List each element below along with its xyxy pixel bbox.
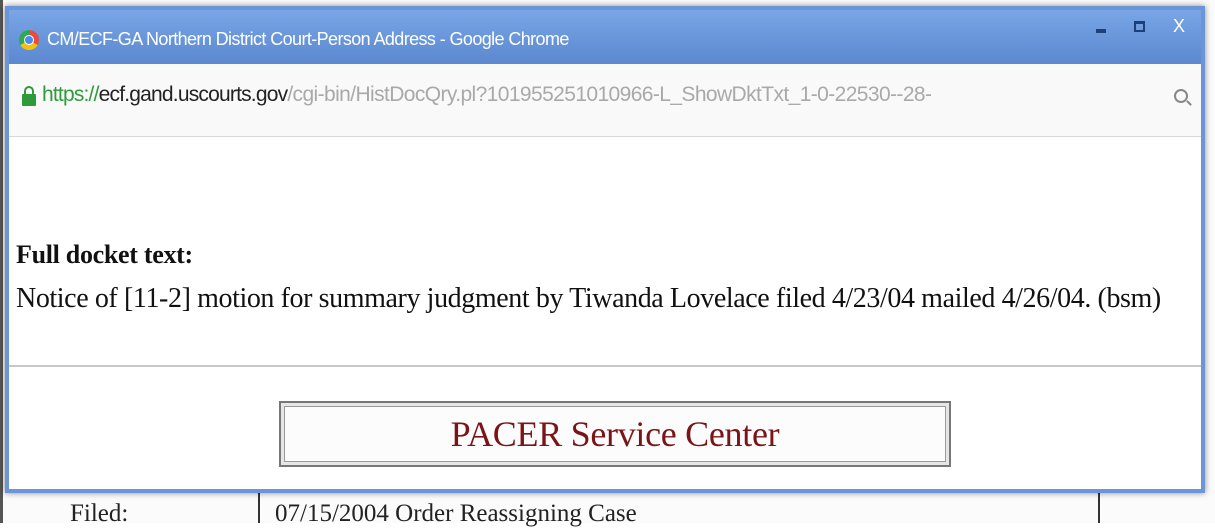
url-host: ecf.gand.uscourts.gov (98, 83, 288, 106)
background-filed-label: Filed: (70, 500, 129, 527)
title-bar[interactable]: CM/ECF-GA Northern District Court-Person… (9, 10, 1201, 64)
url-text[interactable]: https://ecf.gand.uscourts.gov/cgi-bin/Hi… (42, 83, 932, 107)
minimize-icon (1096, 29, 1106, 33)
lock-icon[interactable] (22, 86, 36, 106)
divider (9, 365, 1201, 367)
pacer-service-center-box: PACER Service Center (279, 401, 951, 467)
close-button[interactable]: X (1158, 10, 1200, 42)
window-title: CM/ECF-GA Northern District Court-Person… (47, 29, 569, 49)
maximize-icon (1133, 20, 1145, 32)
minimize-button[interactable] (1082, 10, 1120, 42)
docket-text: Notice of [11-2] motion for summary judg… (16, 283, 1161, 314)
zoom-icon[interactable] (1174, 89, 1188, 103)
background-filed-value: 07/15/2004 Order Reassigning Case (275, 500, 637, 527)
pacer-service-center-title: PACER Service Center (450, 414, 780, 454)
chrome-icon (19, 30, 39, 50)
background-table-divider (258, 490, 260, 523)
url-path: /cgi-bin/HistDocQry.pl?101955251010966-L… (287, 83, 932, 106)
docket-label: Full docket text: (16, 240, 193, 269)
popup-window: CM/ECF-GA Northern District Court-Person… (5, 6, 1205, 493)
background-border-left (0, 0, 3, 523)
page-content: Full docket text: Notice of [11-2] motio… (9, 137, 1201, 489)
maximize-button[interactable] (1120, 10, 1158, 42)
address-bar[interactable]: https://ecf.gand.uscourts.gov/cgi-bin/Hi… (9, 64, 1201, 137)
close-icon: X (1172, 15, 1185, 36)
url-scheme: https:// (42, 83, 99, 106)
